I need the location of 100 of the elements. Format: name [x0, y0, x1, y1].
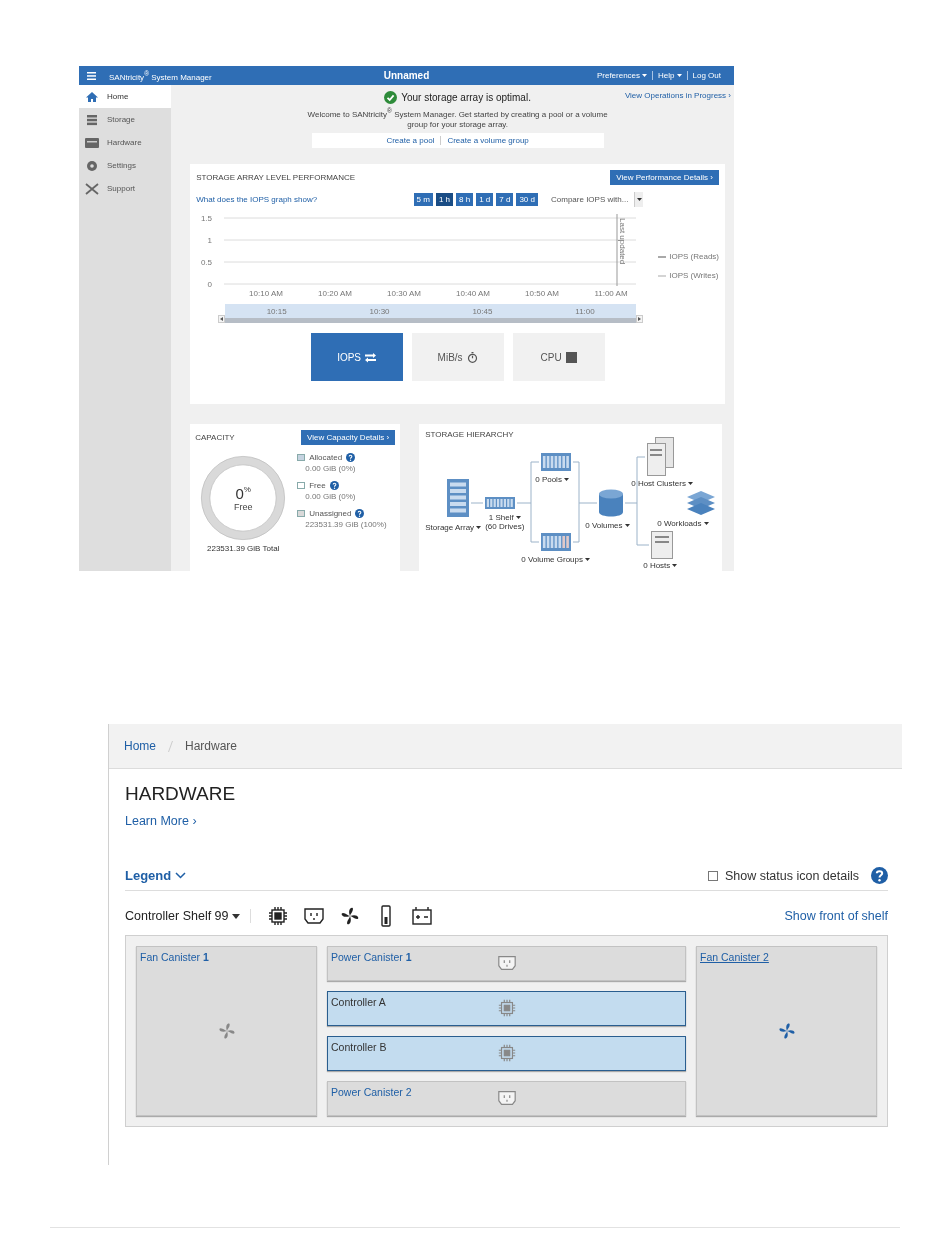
component-tile[interactable]: Power Canister 1 [327, 946, 686, 981]
outlet-icon[interactable] [302, 905, 325, 927]
timeline-label: 11:00 [575, 306, 595, 316]
sidebar-item[interactable]: Support [79, 177, 172, 200]
axis-label: 10:30 AM [387, 289, 422, 298]
metric-tab[interactable]: MiB/s [411, 333, 504, 381]
ref-line-label: Last updated [618, 218, 628, 265]
scroll-right-button[interactable] [636, 315, 644, 323]
percent-label: Free [233, 501, 253, 512]
timeline-label: 10:45 [472, 306, 493, 316]
hierarchy-node-link[interactable]: 0 Pools [535, 475, 569, 484]
database-icon [599, 489, 624, 517]
array-name: Unnamed [383, 70, 430, 81]
hierarchy-node-link[interactable]: 0 Volume Groups [521, 555, 590, 564]
welcome-text: Welcome to SANtricity$^{®}$ System Manager. Get started by creating a pool or a volume group for your storage array. [307, 106, 608, 130]
percent-value: 0 [235, 484, 244, 502]
axis-label: 11:00 AM [594, 289, 628, 298]
time-range-button[interactable]: 30 d [516, 193, 538, 206]
card-title: CAPACITY [195, 433, 235, 442]
sidebar-item[interactable]: Home [79, 85, 172, 108]
axis-label: 10:40 AM [456, 289, 491, 298]
caret-icon [476, 526, 482, 529]
graph-info-link[interactable]: What does the IOPS graph show? [196, 195, 414, 204]
sidebar-item[interactable]: Hardware [79, 131, 172, 154]
caret-icon [231, 913, 240, 919]
legend-line [658, 255, 667, 258]
card-title: STORAGE ARRAY LEVEL PERFORMANCE [196, 173, 356, 182]
help-icon[interactable] [355, 509, 365, 518]
drive-shelf-icon [541, 533, 572, 551]
header-menu-link[interactable]: Log Out [686, 71, 726, 80]
component-tile[interactable]: Fan Canister 1 [136, 946, 317, 1116]
component-tile[interactable]: Controller B [327, 1036, 686, 1071]
metric-tab[interactable]: CPU [512, 333, 605, 381]
time-range-button[interactable]: 1 h [435, 193, 454, 206]
sidebar-item[interactable]: Settings [79, 154, 172, 177]
help-icon[interactable] [329, 481, 339, 490]
axis-label: 10:50 AM [525, 289, 560, 298]
time-range-button[interactable]: 8 h [456, 193, 474, 206]
legend-toggle[interactable]: Legend [125, 868, 187, 883]
scroll-left-button[interactable] [218, 315, 226, 323]
component-tile[interactable]: Fan Canister 2 [696, 946, 877, 1116]
timeline-navigator[interactable]: 10:15 10:30 10:45 11:00 [225, 304, 637, 323]
header-menu-link[interactable]: Preferences [591, 71, 653, 80]
component-tile[interactable]: Power Canister 2 [327, 1081, 686, 1116]
metric-tab[interactable]: IOPS [310, 333, 403, 381]
caret-icon [636, 198, 642, 201]
breadcrumb-link[interactable]: Home [124, 739, 156, 753]
help-icon[interactable] [346, 453, 356, 462]
server-icon [647, 437, 675, 476]
operations-link[interactable]: View Operations in Progress › [624, 91, 731, 164]
caret-icon [624, 524, 630, 527]
learn-more-link[interactable]: Learn More › [125, 814, 197, 828]
server-icon [447, 479, 470, 517]
time-range-button[interactable]: 5 m [413, 193, 433, 206]
action-link[interactable]: Create a volume group [440, 135, 535, 145]
percent-sign: % [243, 484, 251, 494]
action-link[interactable]: Create a pool [380, 135, 441, 145]
hierarchy-node-link[interactable]: 0 Workloads [657, 519, 709, 528]
legend-label: Free [309, 481, 326, 490]
checkbox[interactable] [707, 870, 718, 881]
timeline-label: 10:30 [369, 306, 390, 316]
drive-shelf-icon [485, 497, 516, 509]
shelf-dropdown[interactable]: Controller Shelf 99 [125, 909, 251, 923]
hierarchy-node-link[interactable]: 0 Hosts [643, 561, 678, 570]
drive-shelf-icon [85, 136, 99, 149]
legend-label: Allocated [309, 453, 343, 462]
hierarchy-node-link[interactable]: 1 Shelf [488, 513, 521, 522]
battery-icon[interactable] [410, 905, 433, 927]
details-button[interactable]: View Capacity Details › [301, 430, 396, 445]
arrows-icon [365, 351, 377, 363]
legend-value: 223531.39 GiB (100%) [304, 520, 387, 529]
sidebar-item[interactable]: Storage [79, 108, 172, 131]
component-label: Controller A [331, 996, 386, 1008]
component-tile[interactable]: Controller A [327, 991, 686, 1026]
help-icon[interactable] [871, 867, 888, 884]
component-label: Fan Canister 2 [700, 951, 769, 963]
caret-icon [703, 522, 709, 525]
timeline-label: 10:15 [266, 306, 287, 316]
hierarchy-node-link[interactable]: 0 Volumes [585, 521, 630, 530]
arrow-right-icon [638, 317, 642, 321]
show-front-link[interactable]: Show front of shelf [784, 909, 888, 923]
caret-icon [515, 516, 521, 519]
axis-label: 0.5 [201, 258, 213, 267]
hierarchy-node-link[interactable]: 0 Host Clusters [631, 479, 693, 488]
details-button[interactable]: View Performance Details › [610, 170, 719, 185]
header-menu-link[interactable]: Help [652, 71, 687, 80]
home-icon [85, 90, 99, 103]
hierarchy-node-link[interactable]: Storage Array [425, 523, 482, 532]
time-range-button[interactable]: 7 d [496, 193, 514, 206]
axis-label: 0 [207, 280, 213, 289]
legend-value: 0.00 GiB (0%) [304, 492, 357, 501]
server-icon [651, 531, 674, 559]
axis-label: 10:20 AM [318, 289, 353, 298]
time-range-button[interactable]: 1 d [476, 193, 494, 206]
menu-icon[interactable] [87, 71, 96, 80]
app-title: SANtricity$^{®}$ System Manager [109, 69, 212, 82]
arrow-left-icon [220, 317, 224, 321]
axis-label: 1 [207, 236, 213, 245]
layers-icon [687, 491, 716, 515]
page-title: HARDWARE [125, 783, 237, 805]
